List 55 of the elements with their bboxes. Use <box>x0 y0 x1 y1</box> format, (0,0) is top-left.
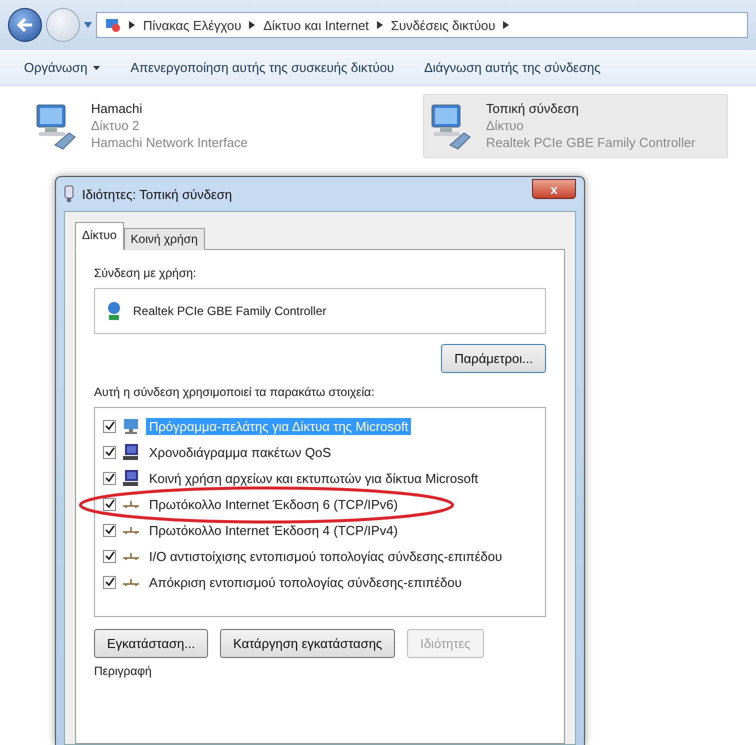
protocol-icon <box>122 525 140 535</box>
toolbar-button[interactable]: Οργάνωση <box>22 56 102 79</box>
checkbox[interactable] <box>103 576 116 588</box>
dialog-button[interactable]: Εγκατάσταση... <box>94 629 208 658</box>
checkbox[interactable] <box>103 498 116 510</box>
toolbar-button[interactable]: Διάγνωση αυτής της σύνδεσης <box>422 56 602 79</box>
toolbar-button[interactable]: Απενεργοποίηση αυτής της συσκευής δικτύου <box>128 56 396 79</box>
control-panel-icon <box>105 17 121 33</box>
breadcrumb[interactable]: Πίνακας Ελέγχου <box>143 18 242 32</box>
breadcrumb[interactable]: Δίκτυο και Internet <box>263 18 369 32</box>
connection-network: Δίκτυο <box>486 118 525 133</box>
adapter-icon <box>64 185 74 203</box>
caret-icon[interactable] <box>84 22 92 28</box>
chevron-icon[interactable] <box>249 21 256 29</box>
protocol-icon <box>122 551 140 561</box>
checkbox[interactable] <box>103 420 116 432</box>
protocol-icon <box>122 577 140 587</box>
checkbox[interactable] <box>103 524 116 536</box>
connection-network: Δίκτυο 2 <box>91 118 140 133</box>
dialog-button[interactable]: Κατάργηση εγκατάστασης <box>220 629 396 658</box>
breadcrumb[interactable]: Συνδέσεις δικτύου <box>390 18 496 32</box>
connection-adapter: Hamachi Network Interface <box>91 135 248 150</box>
list-item[interactable]: Κοινή χρήση αρχείων και εκτυπωτών για δίκτυα Microsoft <box>146 470 482 486</box>
checkbox[interactable] <box>103 550 116 562</box>
address-bar[interactable]: Πίνακας Ελέγχου Δίκτυο και Internet Συνδέσεις δικτύου <box>96 12 748 38</box>
protocol-icon <box>122 499 140 509</box>
chevron-icon[interactable] <box>376 21 383 29</box>
items-label: Αυτή η σύνδεση χρησιμοποιεί τα παρακάτω στοιχεία: <box>94 385 376 399</box>
computer-icon <box>122 443 140 461</box>
tab[interactable]: Δίκτυο <box>75 222 124 250</box>
checkbox[interactable] <box>103 472 116 484</box>
connection-name: Hamachi <box>91 101 144 116</box>
connection-adapter: Realtek PCIe GBE Family Controller <box>486 135 696 150</box>
computer-icon <box>122 469 140 487</box>
list-item[interactable]: Χρονοδιάγραμμα πακέτων QoS <box>146 444 334 460</box>
list-item[interactable]: I/O αντιστοίχισης εντοπισμού τοπολογίας σύνδεσης-επιπέδου <box>146 548 506 564</box>
chevron-icon[interactable] <box>503 21 510 29</box>
dialog-title: Ιδιότητες: Τοπική σύνδεση <box>82 186 234 202</box>
network-client-icon <box>122 417 140 435</box>
description-label: Περιγραφή <box>94 664 153 678</box>
connect-using-label: Σύνδεση με χρήση: <box>94 266 198 280</box>
network-adapter-icon <box>105 300 123 322</box>
connection-name: Τοπική σύνδεση <box>486 101 580 116</box>
connection-item[interactable]: Τοπική σύνδεση Δίκτυο Realtek PCIe GBE Family Controller <box>423 94 728 158</box>
caret-icon <box>93 66 100 70</box>
checkbox[interactable] <box>103 446 116 458</box>
tab[interactable]: Κοινή χρήση <box>124 228 205 250</box>
list-item[interactable]: Πρωτόκολλο Internet Έκδοση 4 (TCP/IPv4) <box>146 522 401 538</box>
chevron-icon[interactable] <box>129 21 135 29</box>
back-arrow-icon <box>17 18 33 32</box>
back-button[interactable] <box>8 8 42 42</box>
adapter-name: Realtek PCIe GBE Family Controller <box>133 304 326 318</box>
list-item[interactable]: Απόκριση εντοπισμού τοπολογίας σύνδεσης-επιπέδου <box>146 574 465 590</box>
connection-item[interactable]: Hamachi Δίκτυο 2 Hamachi Network Interface <box>28 94 333 158</box>
configure-button[interactable]: Παράμετροι... <box>441 344 546 373</box>
